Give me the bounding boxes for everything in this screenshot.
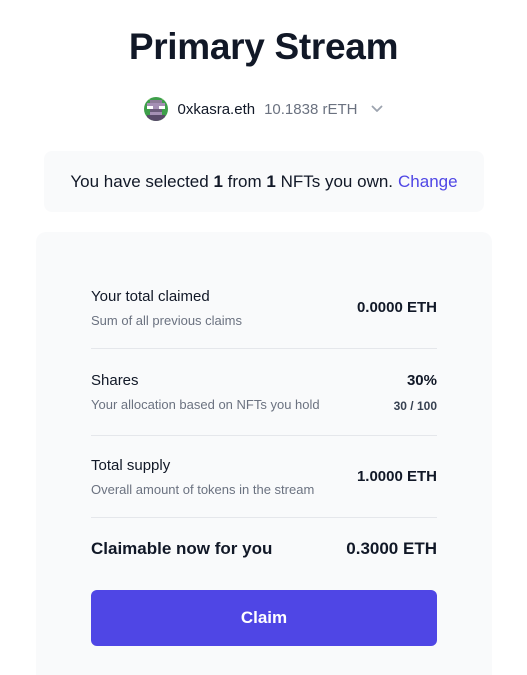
claim-button[interactable]: Claim: [91, 590, 437, 646]
page: Primary Stream 0xkasra.eth 10.1838 rETH: [0, 0, 527, 675]
shares-row: Shares Your allocation based on NFTs you…: [91, 372, 437, 413]
chevron-down-icon[interactable]: [371, 105, 383, 113]
claimable-value: 0.3000 ETH: [346, 539, 437, 558]
selection-notice: You have selected 1 from 1 NFTs you own.…: [44, 151, 484, 212]
notice-middle: from: [227, 171, 262, 191]
total-claimed-sublabel: Sum of all previous claims: [91, 313, 242, 328]
total-supply-row: Total supply Overall amount of tokens in…: [91, 457, 437, 497]
divider: [91, 435, 437, 436]
notice-prefix: You have selected: [70, 171, 209, 191]
claimable-row: Claimable now for you 0.3000 ETH: [91, 539, 437, 559]
selected-count: 1: [213, 171, 223, 191]
divider: [91, 348, 437, 349]
claimable-label: Claimable now for you: [91, 539, 273, 558]
shares-value: 30%: [406, 372, 437, 389]
total-supply-label: Total supply: [91, 457, 171, 474]
total-supply-sublabel: Overall amount of tokens in the stream: [91, 482, 315, 497]
owned-count: 1: [266, 171, 276, 191]
total-supply-value: 1.0000 ETH: [356, 468, 437, 485]
account-name: 0xkasra.eth: [177, 100, 256, 118]
pixel-avatar-icon: [143, 97, 168, 121]
notice-suffix: NFTs you own.: [280, 171, 394, 191]
total-claimed-label: Your total claimed: [91, 288, 210, 305]
shares-sublabel: Your allocation based on NFTs you hold: [91, 397, 320, 412]
account-balance: 10.1838 rETH: [264, 100, 358, 118]
shares-label: Shares: [91, 372, 139, 389]
page-title: Primary Stream: [128, 26, 399, 67]
divider: [91, 517, 437, 518]
shares-detail: 30 / 100: [393, 399, 437, 413]
total-claimed-value: 0.0000 ETH: [356, 299, 437, 316]
total-claimed-row: Your total claimed Sum of all previous c…: [91, 288, 437, 328]
account-selector[interactable]: 0xkasra.eth 10.1838 rETH: [0, 97, 527, 121]
change-link[interactable]: Change: [398, 172, 458, 192]
